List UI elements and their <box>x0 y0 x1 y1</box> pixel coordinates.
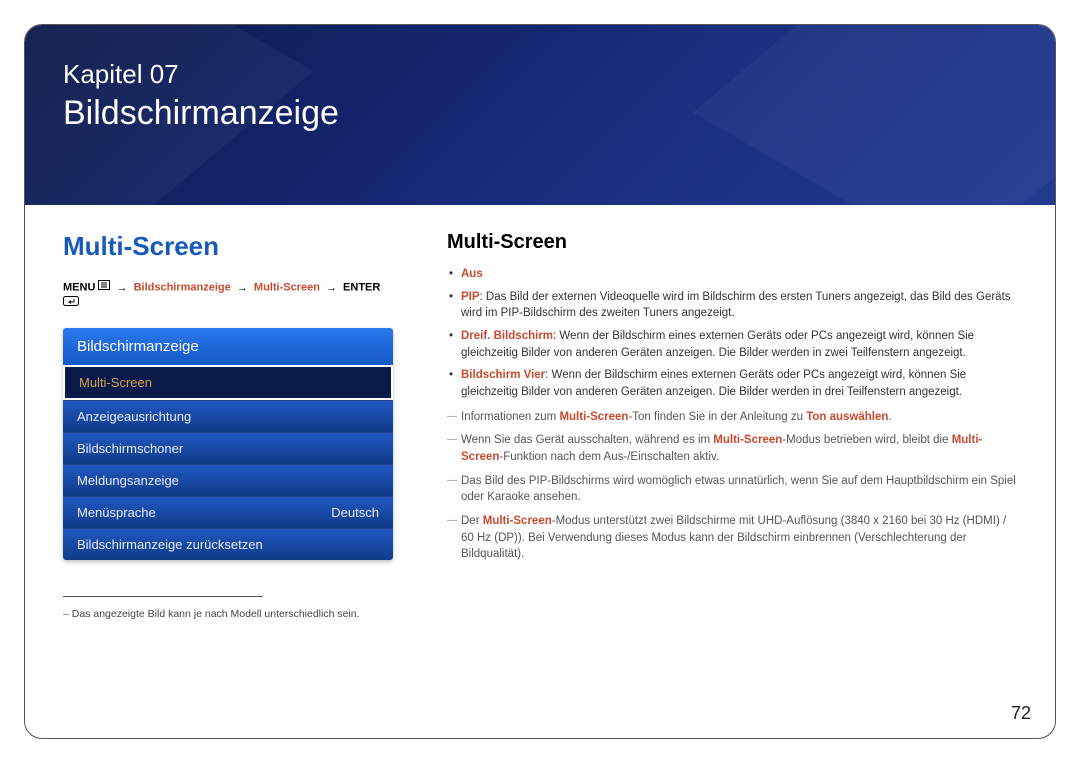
bullet-item: Bildschirm Vier: Wenn der Bildschirm ein… <box>449 367 1017 400</box>
note-text: Informationen zum <box>461 411 559 423</box>
footnote: Das angezeigte Bild kann je nach Modell … <box>63 607 393 622</box>
right-column: Multi-Screen Aus PIP: Das Bild der extern… <box>447 231 1017 622</box>
bullet-item: Dreif. Bildschirm: Wenn der Bildschirm e… <box>449 328 1017 361</box>
note-text: Das Bild des PIP-Bildschirms wird womögl… <box>461 475 1016 504</box>
page-number: 72 <box>1011 703 1031 724</box>
osd-item-label: Menüsprache <box>77 505 156 520</box>
bullet-list: Aus PIP: Das Bild der externen Videoquell… <box>447 266 1017 401</box>
note-highlight: Multi-Screen <box>483 515 552 527</box>
note-text: -Modus betrieben wird, bleibt die <box>782 434 951 446</box>
osd-item[interactable]: Menüsprache Deutsch <box>63 496 393 528</box>
osd-item-label: Meldungsanzeige <box>77 473 179 488</box>
osd-item[interactable]: Meldungsanzeige <box>63 464 393 496</box>
enter-icon <box>63 296 79 311</box>
menu-path-part-2: Multi-Screen <box>254 282 320 294</box>
bullet-item: PIP: Das Bild der externen Videoquelle w… <box>449 289 1017 322</box>
arrow-icon: → <box>326 282 337 294</box>
menu-icon <box>98 280 110 295</box>
note-text: . <box>888 411 891 423</box>
osd-item[interactable]: Bildschirmanzeige zurücksetzen <box>63 528 393 560</box>
page-border: Kapitel 07 Bildschirmanzeige Multi-Scree… <box>24 24 1056 739</box>
note-text: -Ton finden Sie in der Anleitung zu <box>628 411 806 423</box>
osd-item-label: Multi-Screen <box>79 375 152 390</box>
note-text: -Funktion nach dem Aus-/Einschalten akti… <box>499 451 719 463</box>
dash-note: Wenn Sie das Gerät ausschalten, während … <box>447 432 1017 465</box>
chapter-header: Kapitel 07 Bildschirmanzeige <box>25 25 1055 205</box>
osd-item-value: Deutsch <box>331 505 379 520</box>
dash-notes: Informationen zum Multi-Screen-Ton finde… <box>447 409 1017 563</box>
menu-prefix: MENU <box>63 282 95 294</box>
bullet-text: : Das Bild der externen Videoquelle wird… <box>461 291 1011 320</box>
osd-item[interactable]: Anzeigeausrichtung <box>63 400 393 432</box>
arrow-icon: → <box>117 282 128 294</box>
bullet-term: Aus <box>461 268 483 280</box>
left-column: Multi-Screen MENU → Bildschirmanzeige → … <box>63 231 393 622</box>
bullet-item: Aus <box>449 266 1017 283</box>
dash-note: Das Bild des PIP-Bildschirms wird womögl… <box>447 473 1017 506</box>
bullet-term: PIP <box>461 291 480 303</box>
footnote-rule <box>63 596 263 597</box>
menu-path: MENU → Bildschirmanzeige → Multi-Screen … <box>63 280 393 312</box>
chapter-title: Bildschirmanzeige <box>63 94 1017 133</box>
note-highlight: Multi-Screen <box>713 434 782 446</box>
osd-header: Bildschirmanzeige <box>63 328 393 365</box>
note-text: Der <box>461 515 483 527</box>
dash-note: Informationen zum Multi-Screen-Ton finde… <box>447 409 1017 426</box>
note-highlight: Ton auswählen <box>806 411 888 423</box>
note-text: Wenn Sie das Gerät ausschalten, während … <box>461 434 713 446</box>
osd-menu: Bildschirmanzeige Multi-Screen Anzeigeaus… <box>63 328 393 560</box>
bullet-term: Bildschirm Vier <box>461 369 545 381</box>
osd-item-label: Anzeigeausrichtung <box>77 409 191 424</box>
osd-item-label: Bildschirmschoner <box>77 441 183 456</box>
note-highlight: Multi-Screen <box>559 411 628 423</box>
dash-note: Der Multi-Screen-Modus unterstützt zwei … <box>447 513 1017 563</box>
menu-path-part-1: Bildschirmanzeige <box>134 282 231 294</box>
osd-item[interactable]: Bildschirmschoner <box>63 432 393 464</box>
bullet-term: Dreif. Bildschirm <box>461 330 553 342</box>
osd-item-label: Bildschirmanzeige zurücksetzen <box>77 537 263 552</box>
chapter-line: Kapitel 07 <box>63 59 1017 90</box>
menu-enter: ENTER <box>343 282 380 294</box>
content-area: Multi-Screen MENU → Bildschirmanzeige → … <box>25 205 1055 622</box>
arrow-icon: → <box>237 282 248 294</box>
osd-item[interactable]: Multi-Screen <box>63 365 393 400</box>
